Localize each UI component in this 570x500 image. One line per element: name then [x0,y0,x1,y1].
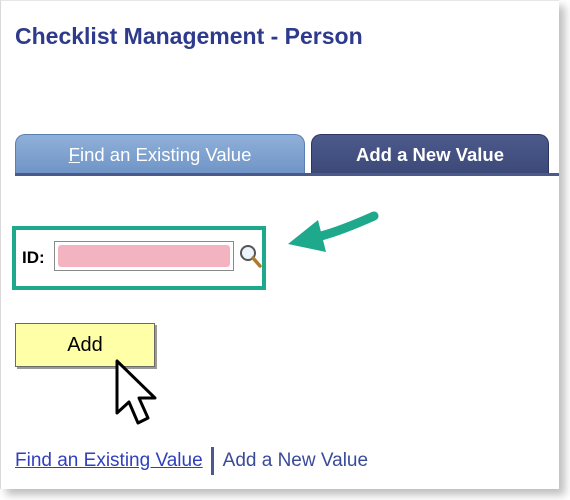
tab-find-label: ind an Existing Value [79,143,252,165]
tab-find-existing-value[interactable]: Find an Existing Value [15,134,305,174]
tab-add-new-value[interactable]: Add a New Value [311,134,549,174]
id-input[interactable] [54,241,234,271]
tab-underline [15,173,559,176]
callout-arrow-icon [288,211,379,252]
footer-links: Find an Existing Value Add a New Value [15,447,368,475]
link-find-existing-value[interactable]: Find an Existing Value [15,450,203,472]
link-add-new-value[interactable]: Add a New Value [223,450,368,472]
id-label: ID: [22,248,45,267]
id-field-highlight: ID: [12,226,266,290]
page-title: Checklist Management - Person [15,23,363,49]
add-button-label: Add [67,333,103,356]
id-input-redacted-value [58,245,230,267]
page-frame: Checklist Management - Person Find an Ex… [0,0,559,489]
link-separator [210,447,214,475]
tab-find-accesskey: F [68,143,80,165]
tab-add-label: Add a New Value [355,143,505,165]
mouse-pointer-icon [115,359,157,425]
magnifier-icon[interactable] [238,243,262,269]
